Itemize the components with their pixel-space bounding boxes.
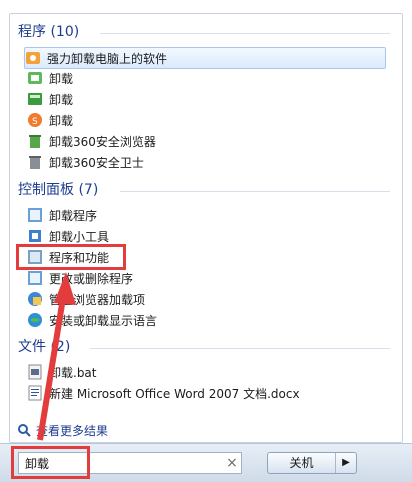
start-menu-search-results: 程序 (10) 强力卸载电脑上的软件 卸载 卸载 S 卸载 卸载360安全浏览器… [0,0,412,482]
annotation-arrow [37,272,76,441]
